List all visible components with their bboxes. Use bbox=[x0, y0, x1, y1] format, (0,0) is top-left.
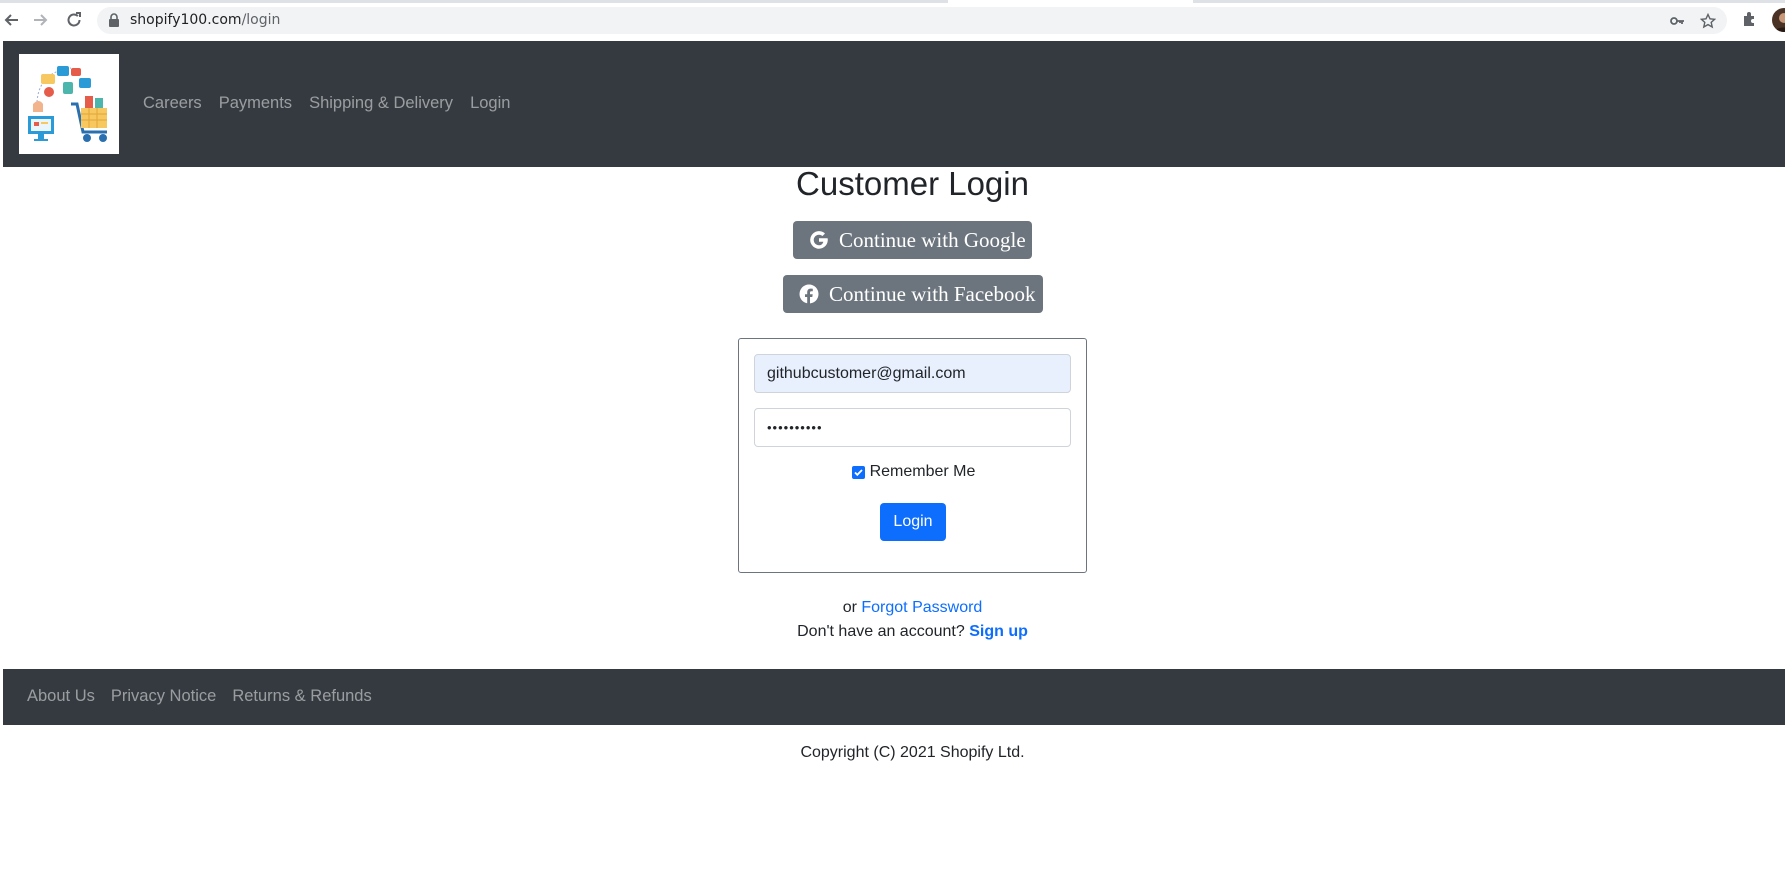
forgot-password-link[interactable]: Forgot Password bbox=[861, 599, 982, 616]
signup-line: Don't have an account? Sign up bbox=[0, 623, 1785, 641]
page-title: Customer Login bbox=[796, 165, 1029, 202]
nav-link-login[interactable]: Login bbox=[470, 94, 510, 113]
url-host: shopify100.com bbox=[130, 12, 242, 28]
footer-link-returns-refunds[interactable]: Returns & Refunds bbox=[232, 687, 371, 706]
google-icon bbox=[808, 229, 830, 251]
login-submit-button[interactable]: Login bbox=[880, 503, 946, 541]
remember-me-label[interactable]: Remember Me bbox=[870, 463, 976, 481]
login-form-card: githubcustomer@gmail.com •••••••••• Reme… bbox=[738, 338, 1087, 573]
copyright-text: Copyright (C) 2021 Shopify Ltd. bbox=[800, 744, 1025, 761]
sign-up-link[interactable]: Sign up bbox=[969, 623, 1028, 640]
footer-links: About Us Privacy Notice Returns & Refund… bbox=[27, 687, 388, 706]
lock-icon bbox=[108, 13, 122, 27]
footer-link-privacy-notice[interactable]: Privacy Notice bbox=[111, 687, 216, 706]
remember-me-checkbox[interactable] bbox=[851, 465, 865, 479]
google-login-button[interactable]: Continue with Google bbox=[793, 221, 1032, 259]
url-path: /login bbox=[241, 12, 281, 28]
forgot-password-line: or Forgot Password bbox=[0, 599, 1785, 617]
back-icon[interactable] bbox=[0, 9, 22, 31]
or-text: or bbox=[842, 599, 857, 616]
key-icon[interactable] bbox=[1669, 13, 1685, 29]
nav-link-payments[interactable]: Payments bbox=[219, 94, 292, 113]
forward-icon[interactable] bbox=[30, 9, 52, 31]
browser-toolbar: shopify100.com/login bbox=[0, 0, 1785, 40]
bookmark-star-icon[interactable] bbox=[1699, 12, 1717, 29]
address-bar[interactable]: shopify100.com/login bbox=[97, 7, 1727, 34]
nav-links: Careers Payments Shipping & Delivery Log… bbox=[143, 94, 527, 113]
reload-icon[interactable] bbox=[63, 9, 85, 31]
facebook-button-label: Continue with Facebook bbox=[829, 281, 1036, 306]
shop-logo[interactable] bbox=[19, 54, 119, 154]
no-account-text: Don't have an account? bbox=[797, 623, 965, 640]
remember-me-row: Remember Me bbox=[739, 463, 1088, 481]
site-navbar: Careers Payments Shipping & Delivery Log… bbox=[3, 41, 1785, 167]
google-button-label: Continue with Google bbox=[839, 227, 1026, 252]
facebook-icon bbox=[798, 283, 820, 305]
profile-avatar[interactable] bbox=[1772, 8, 1785, 32]
footer-link-about-us[interactable]: About Us bbox=[27, 687, 95, 706]
password-field[interactable]: •••••••••• bbox=[754, 408, 1071, 447]
url-text: shopify100.com/login bbox=[130, 12, 280, 28]
email-field[interactable]: githubcustomer@gmail.com bbox=[754, 354, 1071, 393]
nav-link-shipping-delivery[interactable]: Shipping & Delivery bbox=[309, 94, 453, 113]
nav-link-careers[interactable]: Careers bbox=[143, 94, 202, 113]
facebook-login-button[interactable]: Continue with Facebook bbox=[783, 275, 1043, 313]
extensions-icon[interactable] bbox=[1741, 10, 1761, 30]
site-footer: About Us Privacy Notice Returns & Refund… bbox=[3, 669, 1785, 725]
tab-strip bbox=[0, 0, 1785, 3]
